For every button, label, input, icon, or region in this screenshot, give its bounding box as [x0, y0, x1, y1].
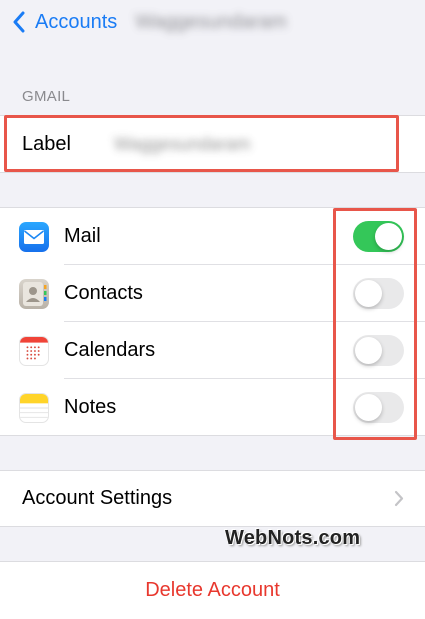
label-value: Waggesundaram: [114, 133, 251, 154]
chevron-right-icon: [394, 490, 404, 507]
chevron-left-icon: [13, 11, 25, 33]
services-group: Mail Contacts Calendars Notes: [0, 207, 425, 436]
label-row[interactable]: Label Waggesundaram: [0, 116, 425, 172]
toggle-knob: [355, 337, 382, 364]
service-row-contacts: Contacts: [0, 265, 425, 322]
navigation-bar: Accounts Waggesundaram: [0, 0, 425, 44]
account-settings-label: Account Settings: [22, 487, 173, 509]
service-label: Calendars: [64, 339, 156, 361]
contacts-toggle[interactable]: [353, 278, 404, 309]
service-label: Mail: [64, 225, 101, 247]
calendar-icon: [19, 335, 49, 366]
service-label: Contacts: [64, 282, 143, 304]
mail-toggle[interactable]: [353, 221, 404, 252]
back-button[interactable]: Accounts: [12, 11, 117, 34]
delete-account-group: Delete Account: [0, 561, 425, 619]
nav-title: Waggesundaram: [135, 10, 287, 33]
delete-account-label: Delete Account: [145, 579, 280, 601]
back-button-label: Accounts: [35, 10, 118, 33]
account-settings-row[interactable]: Account Settings: [0, 471, 425, 526]
watermark: WebNots.com: [225, 527, 361, 549]
toggle-knob: [355, 394, 382, 421]
service-row-mail: Mail: [0, 208, 425, 265]
service-row-calendars: Calendars: [0, 322, 425, 379]
notes-icon: [19, 392, 49, 423]
service-label: Notes: [64, 396, 117, 418]
delete-account-button[interactable]: Delete Account: [0, 562, 425, 619]
calendars-toggle[interactable]: [353, 335, 404, 366]
mail-icon: [19, 221, 49, 252]
contacts-icon: [19, 278, 49, 309]
service-row-notes: Notes: [0, 379, 425, 436]
label-title: Label: [22, 132, 71, 155]
toggle-knob: [375, 223, 402, 250]
notes-toggle[interactable]: [353, 392, 404, 423]
account-settings-group: Account Settings: [0, 470, 425, 527]
label-group: Label Waggesundaram: [0, 115, 425, 173]
section-header: GMAIL: [22, 88, 71, 105]
toggle-knob: [355, 280, 382, 307]
